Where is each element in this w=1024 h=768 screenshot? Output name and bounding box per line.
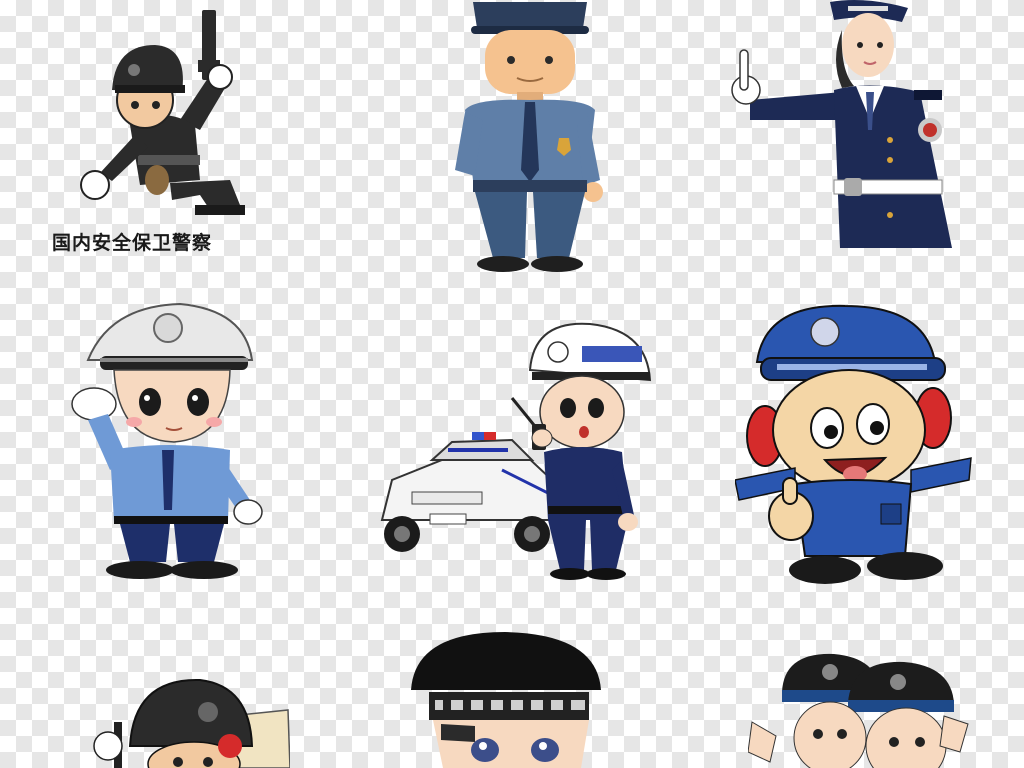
illustration-thumbs-up-mascot bbox=[735, 300, 975, 590]
illustration-officer-with-map bbox=[90, 676, 290, 768]
illustration-black-cap-officer bbox=[405, 632, 605, 768]
illustration-helmet-officer-with-gun bbox=[60, 5, 260, 220]
illustration-blue-uniform-officer bbox=[455, 0, 605, 272]
illustration-caption: 国内安全保卫警察 bbox=[52, 232, 213, 254]
illustration-female-officer-pointing bbox=[730, 0, 970, 248]
illustration-two-female-officers bbox=[748, 652, 976, 768]
illustration-saluting-officer bbox=[70, 300, 270, 582]
illustration-traffic-officer-with-car bbox=[372, 320, 662, 582]
